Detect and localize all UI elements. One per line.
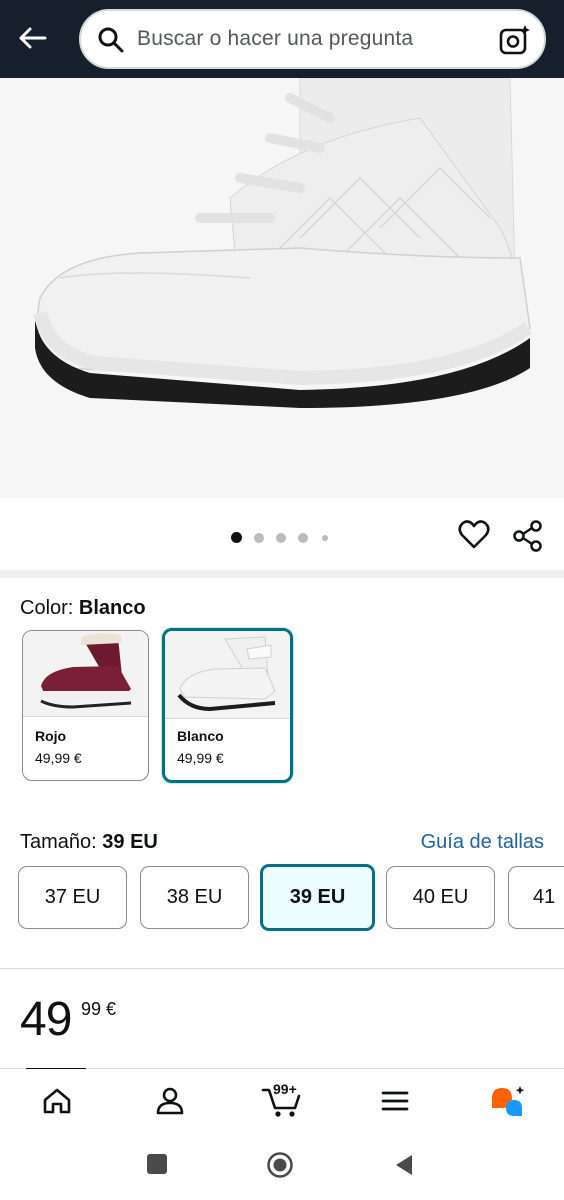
price-fraction: 99 € <box>81 999 117 1019</box>
swatch-image <box>23 631 148 717</box>
size-option-40[interactable]: 40 EU <box>386 866 495 929</box>
home-icon <box>42 1087 72 1120</box>
search-icon <box>97 26 125 59</box>
share-icon[interactable] <box>512 520 544 557</box>
size-selected-value: 39 EU <box>102 831 158 853</box>
nav-account[interactable] <box>146 1083 194 1123</box>
gallery-dot[interactable] <box>298 533 308 543</box>
color-label: Color: Blanco <box>20 597 146 619</box>
nav-rufus[interactable] <box>484 1083 532 1123</box>
top-bar: Buscar o hacer una pregunta <box>0 0 564 78</box>
swatch-name: Rojo <box>35 728 67 744</box>
gallery-dot[interactable] <box>254 533 264 543</box>
color-swatch-rojo[interactable]: Rojo 49,99 € <box>22 630 149 781</box>
color-swatch-blanco[interactable]: Blanco 49,99 € <box>162 628 293 783</box>
cart-count-badge: 99+ <box>273 1081 297 1097</box>
system-nav-bar <box>0 1130 564 1200</box>
back-arrow-icon[interactable] <box>12 18 52 58</box>
swatch-name: Blanco <box>177 728 224 744</box>
size-option-37[interactable]: 37 EU <box>18 866 127 929</box>
gallery-dot-active[interactable] <box>231 532 242 543</box>
heart-icon[interactable] <box>458 520 490 557</box>
search-placeholder: Buscar o hacer una pregunta <box>137 27 414 50</box>
size-option-41[interactable]: 41 <box>508 866 564 929</box>
recent-apps-icon[interactable] <box>147 1154 167 1174</box>
section-divider <box>0 968 564 969</box>
size-option-38[interactable]: 38 EU <box>140 866 249 929</box>
bottom-nav <box>0 1069 564 1130</box>
swatch-image <box>165 631 290 719</box>
product-image[interactable] <box>0 78 564 498</box>
section-divider <box>0 570 564 578</box>
camera-lens-icon[interactable] <box>498 23 532 57</box>
gallery-dot[interactable] <box>322 535 328 541</box>
price-whole: 49 <box>20 993 72 1046</box>
color-selected-value: Blanco <box>78 597 146 619</box>
gallery-controls <box>0 498 564 570</box>
gallery-dot[interactable] <box>276 533 286 543</box>
menu-icon <box>381 1090 409 1117</box>
nav-home[interactable] <box>33 1083 81 1123</box>
size-label: Tamaño: 39 EU <box>20 831 158 853</box>
swatch-price: 49,99 € <box>35 750 82 766</box>
rufus-assistant-icon <box>488 1084 528 1123</box>
user-icon <box>155 1086 185 1121</box>
size-guide-link[interactable]: Guía de tallas <box>421 831 544 854</box>
swatch-price: 49,99 € <box>177 750 224 766</box>
back-triangle-icon[interactable] <box>394 1153 414 1182</box>
size-option-39[interactable]: 39 EU <box>260 864 375 931</box>
nav-menu[interactable] <box>371 1083 419 1123</box>
search-input[interactable]: Buscar o hacer una pregunta <box>79 9 546 69</box>
home-circle-icon[interactable] <box>266 1151 294 1184</box>
